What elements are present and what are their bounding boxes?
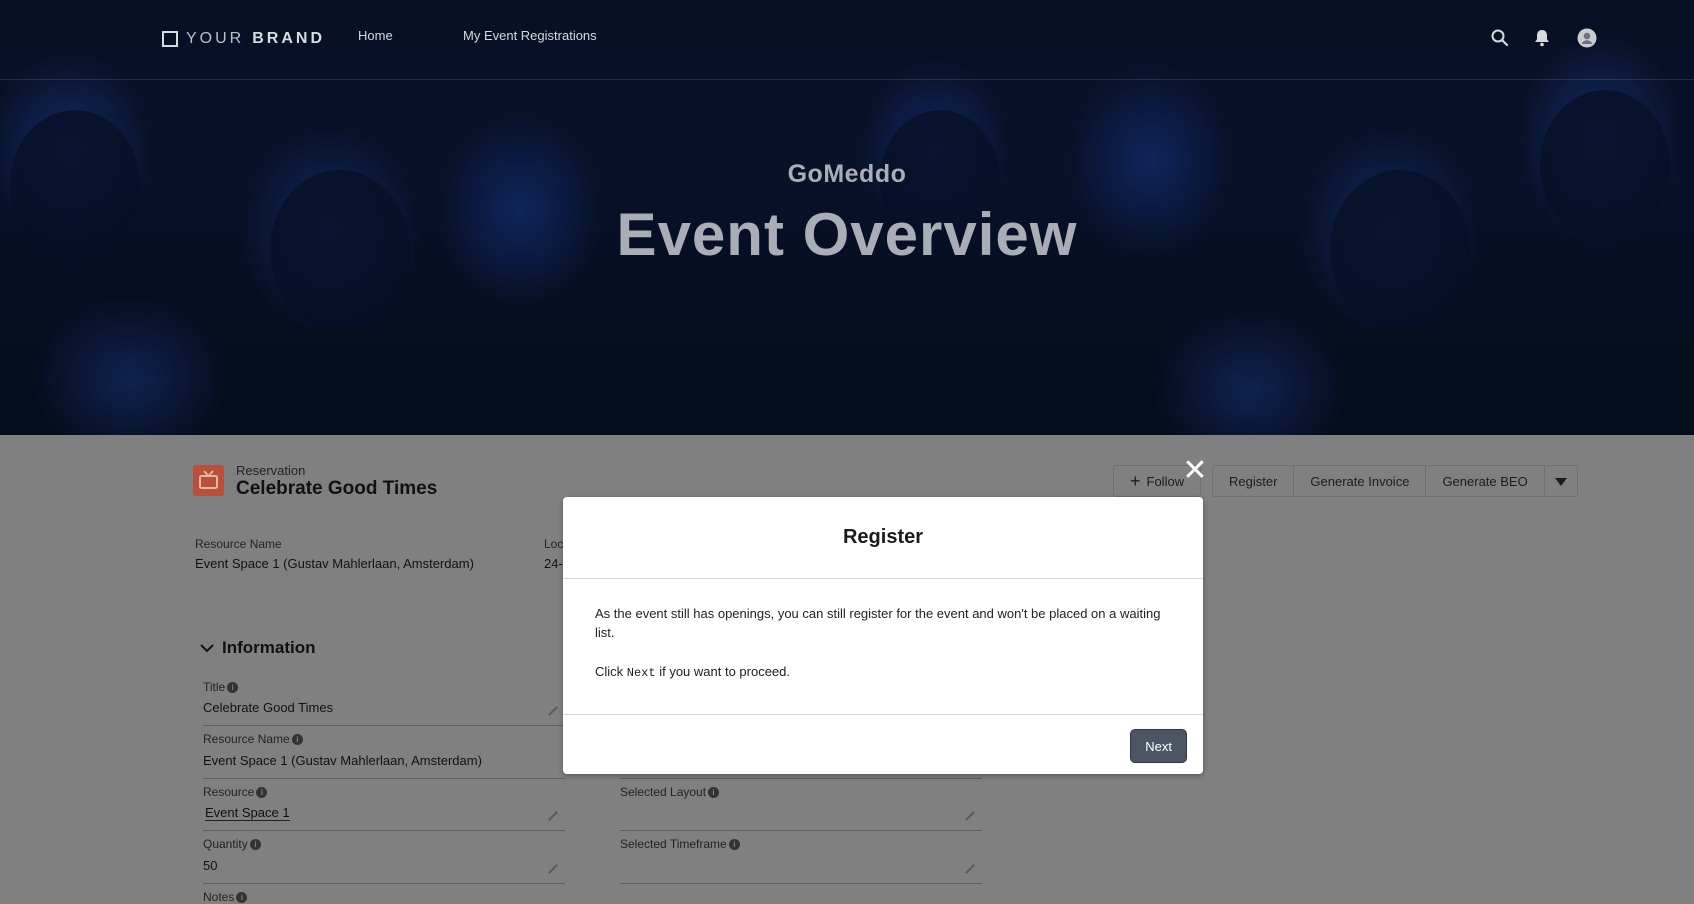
- field-divider: [203, 725, 565, 726]
- generate-beo-button[interactable]: Generate BEO: [1426, 466, 1545, 496]
- nav-link-my-event-registrations[interactable]: My Event Registrations: [463, 28, 597, 43]
- info-icon[interactable]: i: [227, 682, 239, 694]
- info-icon[interactable]: i: [291, 734, 303, 746]
- info-icon[interactable]: i: [708, 787, 720, 799]
- generate-invoice-button[interactable]: Generate Invoice: [1294, 466, 1427, 496]
- info-icon[interactable]: i: [249, 839, 261, 851]
- info-icon[interactable]: i: [256, 787, 268, 799]
- field-divider: [203, 883, 565, 884]
- modal-instruction: Click Next if you want to proceed.: [595, 662, 1171, 683]
- field-divider: [620, 778, 982, 779]
- plus-icon: +: [1130, 471, 1141, 491]
- selected-layout-label-text: Selected Layout: [620, 785, 707, 799]
- reservation-record-icon: [193, 465, 224, 496]
- brand-square-icon: [162, 31, 178, 47]
- modal-title: Register: [563, 497, 1203, 579]
- hero-title: Event Overview: [616, 201, 1078, 268]
- title-label-text: Title: [203, 680, 226, 694]
- quantity-label-text: Quantity: [203, 837, 248, 851]
- brand-logo[interactable]: YOUR BRAND: [162, 28, 325, 50]
- brand-your-text: YOUR: [186, 30, 245, 47]
- hero-subtitle: GoMeddo: [787, 160, 907, 188]
- selected-timeframe-field-label: Selected Timeframe i: [620, 837, 740, 851]
- resource-name-field-label: Resource Name i: [203, 732, 303, 746]
- instruction-keyword: Next: [626, 666, 656, 680]
- selected-timeframe-label-text: Selected Timeframe: [620, 837, 727, 851]
- brand-brand-text: BRAND: [252, 30, 326, 47]
- field-divider: [620, 830, 982, 831]
- quantity-field-value: 50: [203, 858, 218, 873]
- hero-banner: YOUR BRAND Home My Event Registrations G…: [0, 0, 1694, 435]
- top-navigation: YOUR BRAND Home My Event Registrations: [0, 0, 1694, 80]
- chevron-down-icon: [200, 638, 214, 658]
- highlight-resource-name-value: Event Space 1 (Gustav Mahlerlaan, Amster…: [195, 556, 474, 571]
- next-button[interactable]: Next: [1131, 730, 1186, 762]
- highlight-resource-name-label: Resource Name: [195, 537, 282, 551]
- bell-icon[interactable]: [1532, 28, 1552, 48]
- field-divider: [620, 883, 982, 884]
- follow-label: Follow: [1146, 473, 1185, 489]
- resource-field-label: Resource i: [203, 785, 268, 799]
- information-section-header[interactable]: Information: [200, 638, 316, 658]
- resource-name-field-value: Event Space 1 (Gustav Mahlerlaan, Amster…: [203, 753, 482, 768]
- quantity-field-label: Quantity i: [203, 837, 261, 851]
- resource-name-label-text: Resource Name: [203, 732, 290, 746]
- title-field-value: Celebrate Good Times: [203, 700, 334, 715]
- resource-label-text: Resource: [203, 785, 255, 799]
- register-button[interactable]: Register: [1213, 466, 1295, 496]
- chevron-down-icon: [1554, 474, 1567, 489]
- field-divider: [203, 830, 565, 831]
- title-field-label: Title i: [203, 680, 239, 694]
- modal-close-button[interactable]: ✕: [1182, 456, 1208, 486]
- resource-field-link[interactable]: Event Space 1: [205, 805, 290, 821]
- instruction-prefix: Click: [595, 664, 627, 679]
- nav-link-home[interactable]: Home: [358, 28, 393, 43]
- highlight-location-label: Loc: [544, 537, 564, 551]
- search-icon[interactable]: [1490, 28, 1510, 48]
- user-avatar-icon[interactable]: [1577, 28, 1597, 48]
- record-type-label: Reservation: [236, 463, 306, 478]
- selected-layout-field-label: Selected Layout i: [620, 785, 720, 799]
- modal-body: As the event still has openings, you can…: [563, 579, 1203, 715]
- register-modal: Register As the event still has openings…: [563, 497, 1203, 774]
- modal-message: As the event still has openings, you can…: [595, 606, 1161, 640]
- information-section-title: Information: [222, 638, 316, 657]
- record-name: Celebrate Good Times: [236, 478, 438, 499]
- record-action-button-group: Register Generate Invoice Generate BEO: [1212, 465, 1578, 497]
- info-icon[interactable]: i: [728, 839, 740, 851]
- highlight-location-value: 24-: [544, 556, 563, 571]
- more-actions-button[interactable]: [1545, 466, 1577, 496]
- instruction-suffix: if you want to proceed.: [655, 664, 791, 679]
- field-divider: [203, 778, 565, 779]
